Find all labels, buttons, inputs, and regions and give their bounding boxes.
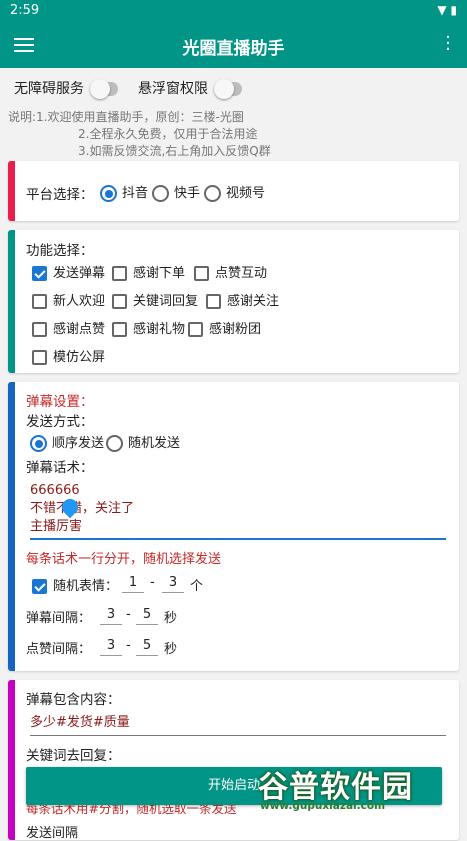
overlay-permission-toggle[interactable]: [214, 79, 243, 99]
keyword-reply-label: 关键词去回复：: [26, 748, 121, 764]
danmu-card-accent: [8, 382, 15, 671]
like-min-input[interactable]: 3: [100, 638, 122, 656]
watermark: 谷普软件园 www.gupuxiazai.com: [258, 762, 448, 814]
status-bar: 2:59 ▼ ▮: [0, 0, 467, 22]
overlay-permission-row: 悬浮窗权限: [138, 78, 243, 99]
random-emoji-checkbox[interactable]: 随机表情：: [32, 575, 118, 594]
feature-thank-follow[interactable]: 感谢关注: [206, 290, 279, 309]
checkbox-icon: [112, 266, 127, 281]
feature-thank-like[interactable]: 感谢点赞: [32, 318, 105, 337]
feature-welcome-new[interactable]: 新人欢迎: [32, 290, 105, 309]
feature-thank-order[interactable]: 感谢下单: [112, 262, 185, 281]
platform-card: 平台选择： 抖音 快手 视频号: [8, 161, 459, 221]
keyword-interval-label: 发送间隔: [26, 826, 79, 841]
checkbox-icon: [32, 579, 47, 594]
note-line-2: 2.全程永久免费，仅用于合法用途: [78, 127, 258, 141]
contains-label: 弹幕包含内容：: [26, 692, 121, 708]
send-mode-sequential[interactable]: 顺序发送: [30, 432, 104, 452]
like-dash: -: [126, 638, 131, 653]
checkbox-icon: [206, 294, 221, 309]
note-line-1: 说明:1.欢迎使用直播助手，原创：三楼-光圈: [8, 110, 244, 124]
accessibility-service-label: 无障碍服务: [14, 81, 84, 97]
emoji-dash: -: [150, 575, 155, 590]
interval-dash: -: [126, 607, 131, 622]
interval-min-input[interactable]: 3: [100, 607, 122, 625]
checkbox-icon: [32, 350, 47, 365]
features-card: 功能选择： 发送弹幕 感谢下单 点赞互动 新人欢迎 关键词回复 感谢关注 感谢点…: [8, 230, 459, 373]
feature-like-interact[interactable]: 点赞互动: [194, 262, 267, 281]
radio-icon: [106, 435, 123, 452]
emoji-max-input[interactable]: 3: [162, 575, 184, 593]
like-unit: 秒: [164, 642, 178, 657]
app-bar: 光圈直播助手 · · ·: [0, 22, 467, 68]
checkbox-icon: [32, 294, 47, 309]
feature-send-danmu[interactable]: 发送弹幕: [32, 262, 105, 281]
like-max-input[interactable]: 5: [136, 638, 158, 656]
watermark-url: www.gupuxiazai.com: [260, 800, 386, 812]
radio-icon: [204, 185, 221, 202]
script-line-1: 666666: [30, 483, 80, 498]
feature-thank-fans[interactable]: 感谢粉团: [188, 318, 261, 337]
danmu-settings-title: 弹幕设置：: [26, 394, 94, 410]
script-line-3: 主播厉害: [30, 519, 83, 534]
keyword-card-accent: [8, 680, 15, 840]
script-textarea[interactable]: 666666 不错不错，关注了 主播厉害: [30, 482, 446, 540]
platform-option-kuaishou[interactable]: 快手: [152, 182, 200, 202]
danmu-settings-card: 弹幕设置： 发送方式： 顺序发送 随机发送 弹幕话术： 666666 不错不错，…: [8, 382, 459, 671]
checkbox-icon: [32, 266, 47, 281]
feature-keyword-reply[interactable]: 关键词回复: [112, 290, 198, 309]
app-title: 光圈直播助手: [182, 39, 285, 59]
send-mode-random[interactable]: 随机发送: [106, 432, 180, 452]
accessibility-service-row: 无障碍服务: [14, 78, 119, 99]
wifi-battery-icon: ▼ ▮: [437, 3, 457, 17]
platform-option-shipinhao[interactable]: 视频号: [204, 182, 265, 202]
platform-card-accent: [8, 161, 15, 221]
interval-label: 弹幕间隔：: [26, 611, 92, 626]
emoji-min-input[interactable]: 1: [122, 575, 144, 593]
radio-icon: [152, 185, 169, 202]
feature-thank-gift[interactable]: 感谢礼物: [112, 318, 185, 337]
feature-imitate-screen[interactable]: 模仿公屏: [32, 346, 105, 365]
emoji-unit: 个: [190, 579, 204, 594]
keyword-card: 弹幕包含内容： 多少#发货#质量 关键词去回复： 每条话术用#分割，随机选取一条…: [8, 680, 459, 841]
like-interval-label: 点赞间隔：: [26, 642, 92, 657]
radio-icon: [100, 185, 117, 202]
status-time: 2:59: [10, 3, 40, 18]
checkbox-icon: [32, 322, 47, 337]
script-label: 弹幕话术：: [26, 460, 94, 476]
platform-option-douyin[interactable]: 抖音: [100, 182, 148, 202]
overlay-permission-label: 悬浮窗权限: [138, 81, 208, 97]
radio-icon: [30, 435, 47, 452]
features-card-accent: [8, 230, 15, 373]
checkbox-icon: [194, 266, 209, 281]
more-options-icon[interactable]: · · ·: [445, 29, 451, 59]
note-line-3: 3.如需反馈交流,右上角加入反馈Q群: [78, 144, 271, 158]
interval-unit: 秒: [164, 611, 178, 626]
script-hint: 每条话术一行分开，随机选择发送: [26, 552, 222, 567]
interval-max-input[interactable]: 5: [136, 607, 158, 625]
checkbox-icon: [188, 322, 203, 337]
checkbox-icon: [112, 294, 127, 309]
platform-label: 平台选择：: [26, 187, 94, 203]
features-label: 功能选择：: [26, 243, 94, 259]
accessibility-service-toggle[interactable]: [90, 79, 119, 99]
send-mode-label: 发送方式：: [26, 414, 94, 430]
contains-input[interactable]: 多少#发货#质量: [30, 714, 446, 736]
checkbox-icon: [112, 322, 127, 337]
script-line-2: 不错不错，关注了: [30, 501, 135, 516]
